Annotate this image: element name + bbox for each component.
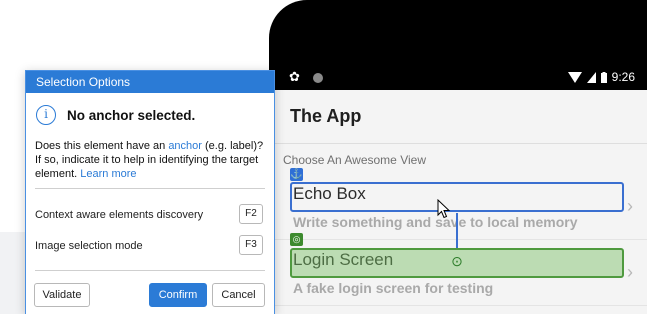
clock: 9:26 bbox=[611, 70, 635, 84]
chevron-right-icon: › bbox=[627, 262, 633, 282]
mouse-cursor-icon bbox=[437, 199, 451, 219]
info-icon: i bbox=[36, 105, 56, 125]
info-text: No anchor selected. bbox=[67, 107, 196, 123]
crosshair-icon: ⊙ bbox=[451, 253, 463, 269]
cancel-button[interactable]: Cancel bbox=[212, 283, 265, 307]
selection-options-dialog: Selection Options i No anchor selected. … bbox=[25, 70, 275, 314]
status-bar: ✿ 9:26 bbox=[269, 66, 647, 90]
anchor-highlight[interactable] bbox=[290, 182, 624, 212]
list-item-subtitle: A fake login screen for testing bbox=[293, 280, 494, 296]
description: Does this element have an anchor (e.g. l… bbox=[35, 139, 267, 181]
description-text: Does this element have an bbox=[35, 140, 169, 152]
screen: ✿ 9:26 The App Choose An Awesome View Ec… bbox=[0, 0, 647, 314]
shortcut-key-f3[interactable]: F3 bbox=[239, 235, 263, 255]
notification-dot-icon bbox=[313, 73, 323, 83]
anchor-link-line bbox=[456, 213, 458, 249]
list-item-subtitle: Write something and save to local memory bbox=[293, 214, 578, 230]
target-icon: ◎ bbox=[290, 233, 303, 246]
confirm-button[interactable]: Confirm bbox=[149, 283, 207, 307]
app-title: The App bbox=[290, 106, 362, 126]
section-header: Choose An Awesome View bbox=[283, 153, 426, 167]
status-right: 9:26 bbox=[567, 69, 635, 85]
info-message: i No anchor selected. bbox=[36, 105, 195, 125]
learn-more-link[interactable]: Learn more bbox=[80, 168, 136, 180]
gear-icon: ✿ bbox=[289, 69, 300, 84]
chevron-right-icon: › bbox=[627, 196, 633, 216]
app-bar: The App bbox=[269, 90, 647, 144]
dialog-title: Selection Options bbox=[26, 71, 274, 93]
option-label-context-aware: Context aware elements discovery bbox=[35, 209, 204, 221]
divider bbox=[35, 188, 265, 189]
option-label-image-selection: Image selection mode bbox=[35, 240, 143, 252]
divider bbox=[35, 270, 265, 271]
battery-icon bbox=[600, 71, 607, 83]
signal-icon bbox=[586, 71, 596, 83]
validate-button[interactable]: Validate bbox=[34, 283, 90, 307]
anchor-link[interactable]: anchor bbox=[168, 140, 202, 152]
wifi-icon bbox=[567, 71, 582, 83]
anchor-icon: ⚓ bbox=[290, 168, 303, 181]
shortcut-key-f2[interactable]: F2 bbox=[239, 204, 263, 224]
